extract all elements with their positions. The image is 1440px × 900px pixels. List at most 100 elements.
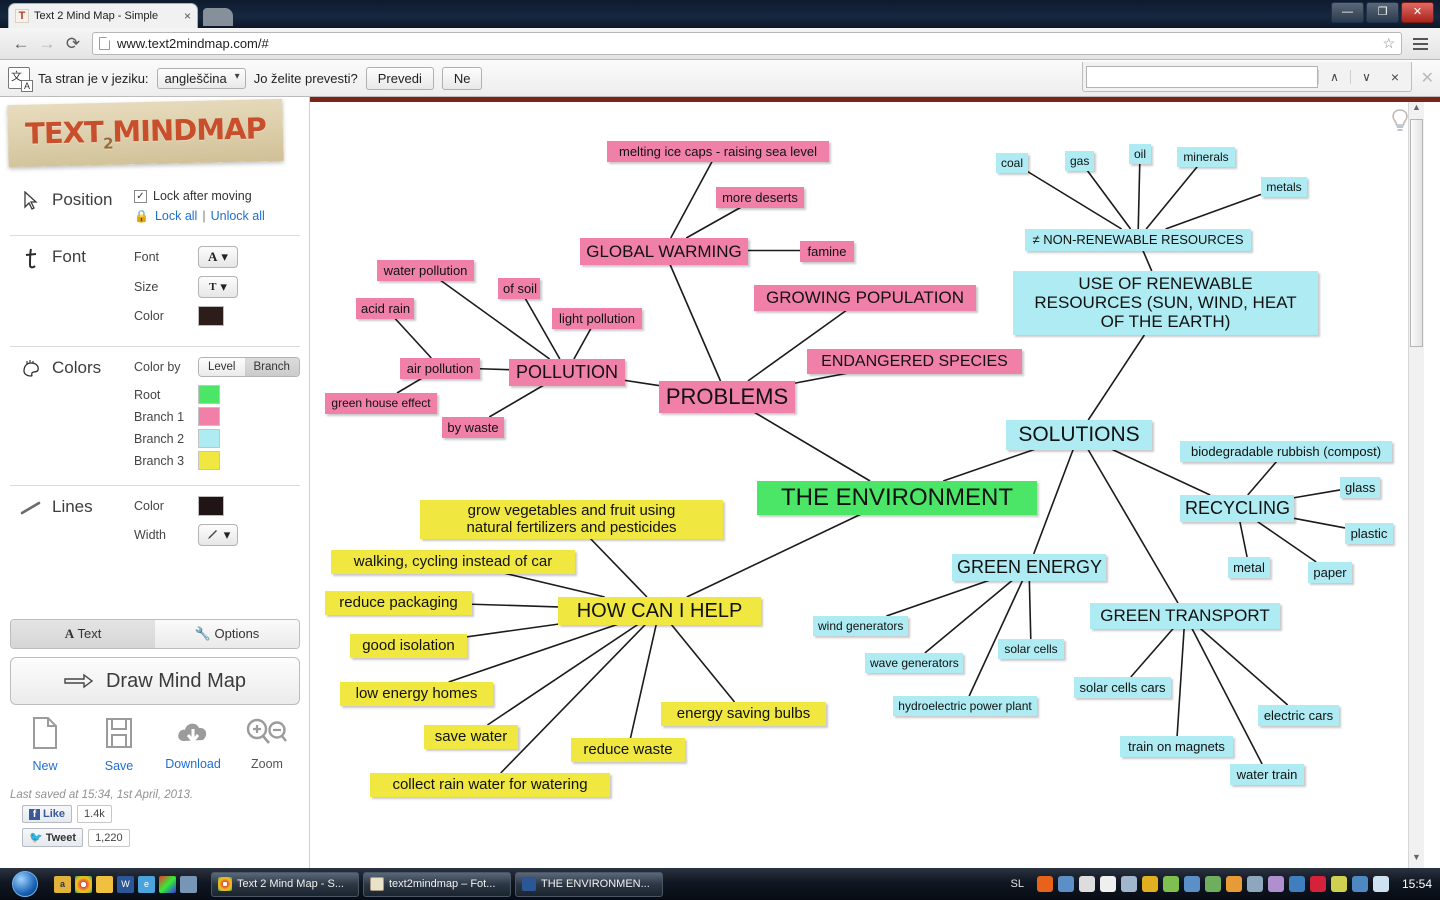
colors-icon[interactable] (159, 875, 176, 893)
tab-options[interactable]: 🔧 Options (155, 620, 299, 648)
legend-root-swatch[interactable] (198, 385, 220, 404)
font-color-swatch[interactable] (198, 306, 224, 326)
start-button[interactable] (2, 870, 48, 898)
notepad-icon[interactable] (1267, 876, 1284, 892)
browser-tab[interactable]: T Text 2 Mind Map - Simple × (8, 3, 198, 28)
word-icon[interactable]: W (117, 875, 134, 893)
twitter-tweet-button[interactable]: 🐦 Tweet (22, 828, 84, 847)
lock-after-moving-checkbox-row[interactable]: ✓ Lock after moving (134, 189, 300, 203)
mindmap-node-greenenergy[interactable]: GREEN ENERGY (952, 554, 1106, 581)
new-tab-button[interactable] (203, 8, 233, 26)
tools-icon[interactable] (1183, 876, 1200, 892)
translate-button[interactable]: Prevedi (365, 66, 434, 90)
draw-mind-map-button[interactable]: Draw Mind Map (10, 657, 300, 705)
mindmap-node-recycling[interactable]: RECYCLING (1180, 495, 1294, 522)
find-close-icon[interactable]: × (1382, 69, 1408, 85)
clipboard-icon[interactable] (1078, 876, 1095, 892)
taskbar-button-word[interactable]: THE ENVIRONMEN... (515, 871, 663, 897)
mindmap-node-help[interactable]: HOW CAN I HELP (558, 597, 761, 625)
mindmap-node-glass[interactable]: glass (1340, 477, 1380, 498)
network-error-icon[interactable] (1057, 876, 1074, 892)
find-bar-outer-close-icon[interactable]: ✕ (1421, 68, 1434, 88)
facebook-like-button[interactable]: f Like (22, 805, 73, 823)
mindmap-node-renewable[interactable]: USE OF RENEWABLE RESOURCES (SUN, WIND, H… (1013, 271, 1318, 335)
legend-branch-1-swatch[interactable] (198, 407, 220, 426)
mindmap-node-hydro[interactable]: hydroelectric power plant (893, 696, 1037, 716)
mindmap-node-oil[interactable]: oil (1129, 144, 1151, 164)
mindmap-node-wavegen[interactable]: wave generators (865, 653, 963, 673)
battery-icon[interactable] (1330, 876, 1347, 892)
taskbar-button-chrome[interactable]: Text 2 Mind Map - S... (211, 871, 359, 897)
desktop-icon[interactable] (180, 875, 197, 893)
mindmap-node-reducewaste[interactable]: reduce waste (571, 738, 685, 762)
volume-icon[interactable] (1372, 876, 1389, 892)
mindmap-node-solarcars[interactable]: solar cells cars (1074, 677, 1171, 698)
language-indicator[interactable]: SL (1011, 878, 1024, 890)
scroll-up-icon[interactable]: ▲ (1409, 102, 1424, 118)
mindmap-node-savewater[interactable]: save water (424, 725, 518, 749)
scrollbar-thumb[interactable] (1410, 119, 1423, 347)
mindmap-node-growingpop[interactable]: GROWING POPULATION (754, 285, 976, 311)
mindmap-node-famine[interactable]: famine (800, 241, 854, 262)
tool-download[interactable]: Download (157, 717, 229, 773)
ie-icon[interactable]: e (138, 875, 155, 893)
java-icon[interactable] (1036, 876, 1053, 892)
chrome-menu-icon[interactable] (1408, 37, 1432, 50)
package-icon[interactable] (1225, 876, 1242, 892)
pen-icon[interactable] (1246, 876, 1263, 892)
mindmap-node-bulbs[interactable]: energy saving bulbs (661, 702, 826, 726)
mindmap-node-packaging[interactable]: reduce packaging (325, 591, 472, 615)
mindmap-node-globalwarm[interactable]: GLOBAL WARMING (580, 238, 748, 265)
mindmap-node-paper[interactable]: paper (1308, 562, 1352, 583)
bookmark-star-icon[interactable]: ☆ (1382, 35, 1395, 52)
find-input[interactable] (1086, 65, 1318, 88)
mindmap-node-acidrain[interactable]: acid rain (356, 298, 414, 319)
unlock-all-link[interactable]: Unlock all (211, 209, 265, 223)
tool-save[interactable]: Save (83, 717, 155, 773)
mindmap-node-plastic[interactable]: plastic (1345, 523, 1393, 544)
mindmap-node-minerals[interactable]: minerals (1177, 147, 1235, 167)
shield-icon[interactable] (96, 875, 113, 893)
mindmap-node-endangered[interactable]: ENDANGERED SPECIES (807, 349, 1022, 374)
line-width-dropdown[interactable]: ▾ (198, 524, 238, 546)
mindmap-node-biodeg[interactable]: biodegradable rubbish (compost) (1180, 441, 1392, 462)
translate-decline-button[interactable]: Ne (441, 66, 483, 90)
app-window-icon[interactable] (1204, 876, 1221, 892)
mindmap-node-coal[interactable]: coal (996, 153, 1028, 173)
mindmap-node-nonrenew[interactable]: ≠ NON-RENEWABLE RESOURCES (1025, 229, 1251, 251)
antivirus-icon[interactable] (1162, 876, 1179, 892)
taskbar-button-photo[interactable]: text2mindmap – Fot... (363, 871, 511, 897)
language-select[interactable]: angleščina (156, 67, 246, 89)
mindmap-node-greenhouse[interactable]: green house effect (325, 393, 437, 414)
font-size-dropdown[interactable]: T ▾ (198, 276, 238, 298)
color-by-option-branch[interactable]: Branch (244, 358, 299, 376)
close-x-icon[interactable] (1099, 876, 1116, 892)
opera-icon[interactable] (1309, 876, 1326, 892)
security-shield-icon[interactable] (1141, 876, 1158, 892)
mindmap-node-electric[interactable]: electric cars (1258, 705, 1339, 726)
font-family-dropdown[interactable]: A ▾ (198, 246, 238, 268)
lock-after-moving-checkbox[interactable]: ✓ (134, 189, 147, 203)
line-color-swatch[interactable] (198, 496, 224, 516)
legend-branch-3-swatch[interactable] (198, 451, 220, 470)
tool-zoom[interactable]: Zoom (231, 717, 303, 773)
color-by-option-level[interactable]: Level (199, 358, 245, 376)
mindmap-node-rainwater[interactable]: collect rain water for watering (370, 773, 610, 797)
restore-button[interactable]: ❐ (1366, 2, 1399, 23)
close-window-button[interactable]: ✕ (1401, 2, 1434, 23)
mindmap-node-melting[interactable]: melting ice caps - raising sea level (607, 141, 829, 162)
tab-text[interactable]: A Text (11, 620, 155, 648)
mindmap-node-walking[interactable]: walking, cycling instead of car (331, 550, 575, 574)
mindmap-node-deserts[interactable]: more deserts (716, 187, 804, 208)
find-next-icon[interactable]: ∨ (1350, 69, 1382, 84)
mindmap-node-solutions[interactable]: SOLUTIONS (1006, 420, 1152, 450)
mindmap-node-windgen[interactable]: wind generators (813, 616, 908, 636)
mindmap-node-metals[interactable]: metals (1261, 177, 1307, 197)
lock-all-link[interactable]: Lock all (155, 209, 197, 223)
scroll-down-icon[interactable]: ▼ (1409, 852, 1424, 868)
removable-disk-icon[interactable] (1120, 876, 1137, 892)
globe-icon[interactable] (1288, 876, 1305, 892)
mindmap-canvas[interactable]: THE ENVIRONMENT PROBLEMS POLLUTION GLOBAL W… (310, 102, 1424, 868)
chrome-icon[interactable] (75, 875, 92, 893)
network-icon[interactable] (1351, 876, 1368, 892)
